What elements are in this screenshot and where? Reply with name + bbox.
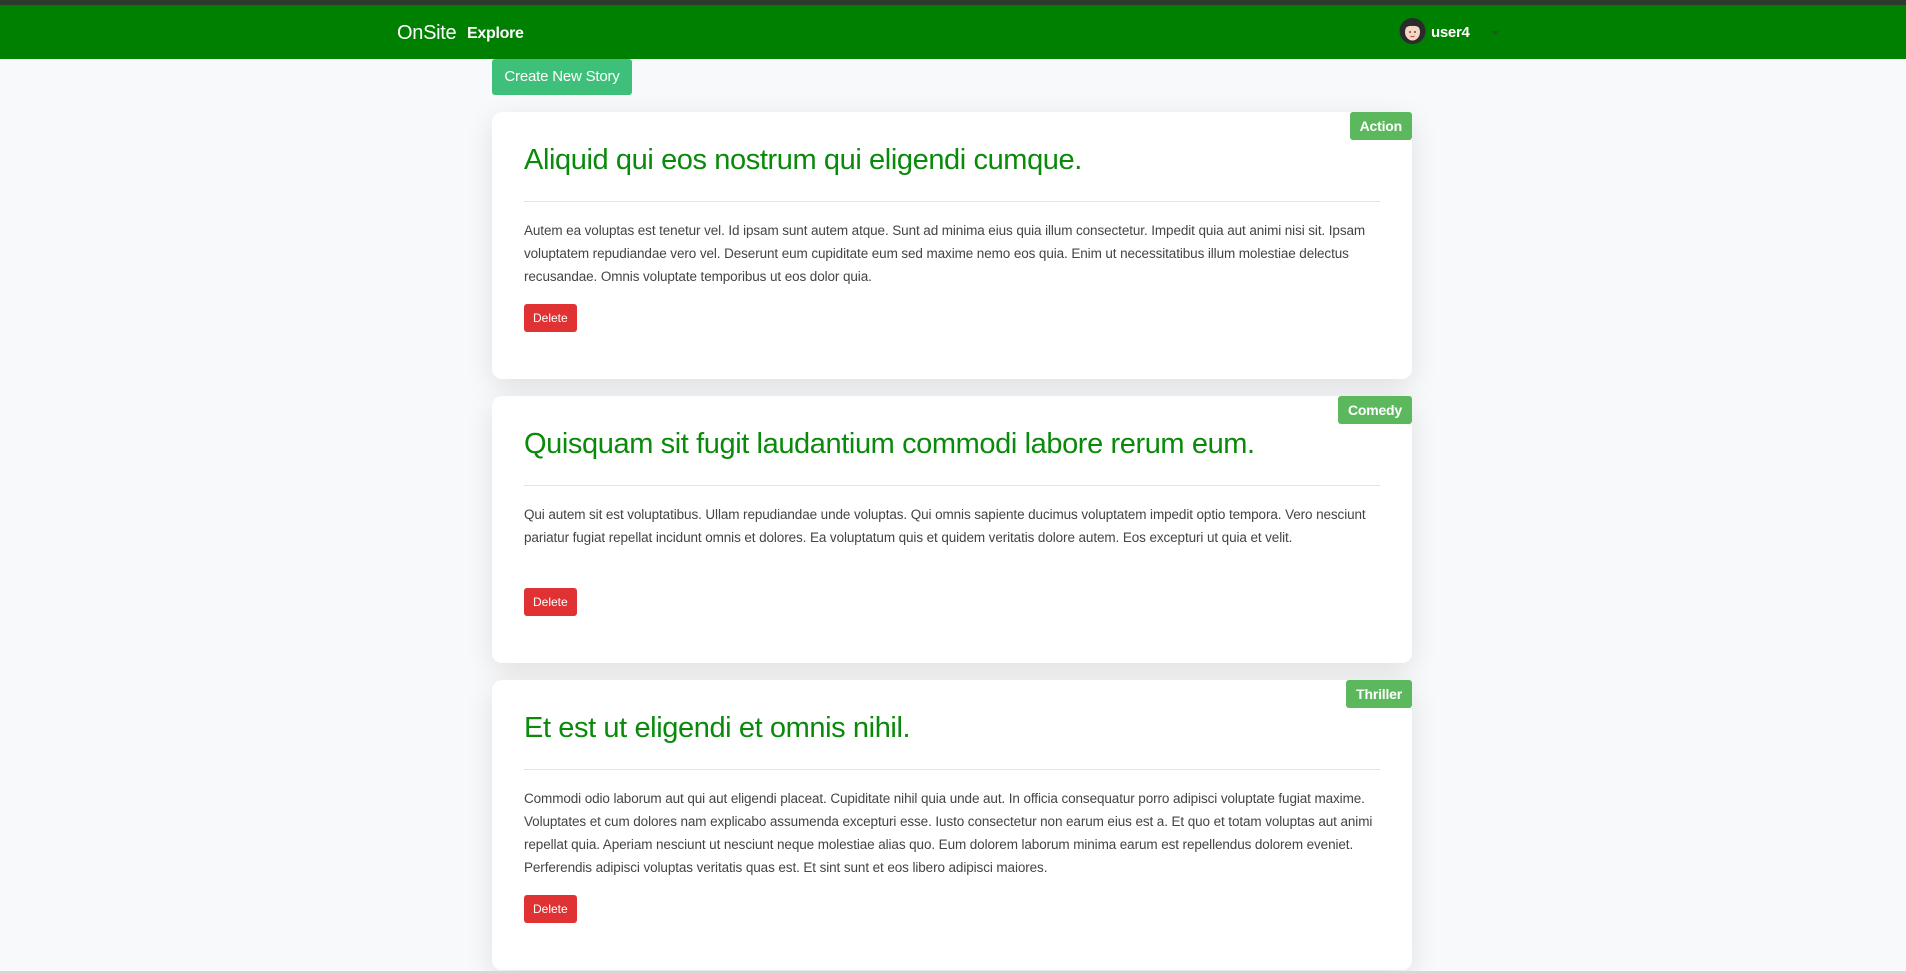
genre-badge: Comedy [1337, 396, 1412, 424]
story-title[interactable]: Quisquam sit fugit laudantium commodi la… [524, 428, 1255, 461]
navbar: OnSite Explore user4 [0, 5, 1906, 59]
delete-button[interactable]: Delete [524, 588, 577, 616]
story-card: Action Aliquid qui eos nostrum qui elige… [492, 112, 1412, 379]
story-card: Comedy Quisquam sit fugit laudantium com… [492, 396, 1412, 663]
avatar [1399, 18, 1426, 44]
genre-badge: Thriller [1346, 680, 1412, 708]
story-body: Qui autem sit est voluptatibus. Ullam re… [524, 507, 1366, 545]
genre-badge: Action [1349, 112, 1412, 140]
story-body: Commodi odio laborum aut qui aut eligend… [524, 791, 1373, 875]
brand-logo[interactable]: OnSite [397, 22, 457, 45]
user-name[interactable]: user4 [1431, 24, 1470, 41]
divider [524, 201, 1380, 202]
delete-button[interactable]: Delete [524, 895, 577, 923]
story-body: Autem ea voluptas est tenetur vel. Id ip… [524, 223, 1366, 284]
nav-explore-link[interactable]: Explore [467, 25, 524, 43]
create-new-story-button[interactable]: Create New Story [492, 59, 632, 95]
story-title[interactable]: Et est ut eligendi et omnis nihil. [524, 712, 911, 745]
divider [524, 769, 1380, 770]
chevron-down-icon[interactable] [1491, 31, 1499, 35]
story-card: Thriller Et est ut eligendi et omnis nih… [492, 680, 1412, 970]
story-title[interactable]: Aliquid qui eos nostrum qui eligendi cum… [524, 144, 1082, 177]
divider [524, 485, 1380, 486]
delete-button[interactable]: Delete [524, 304, 577, 332]
